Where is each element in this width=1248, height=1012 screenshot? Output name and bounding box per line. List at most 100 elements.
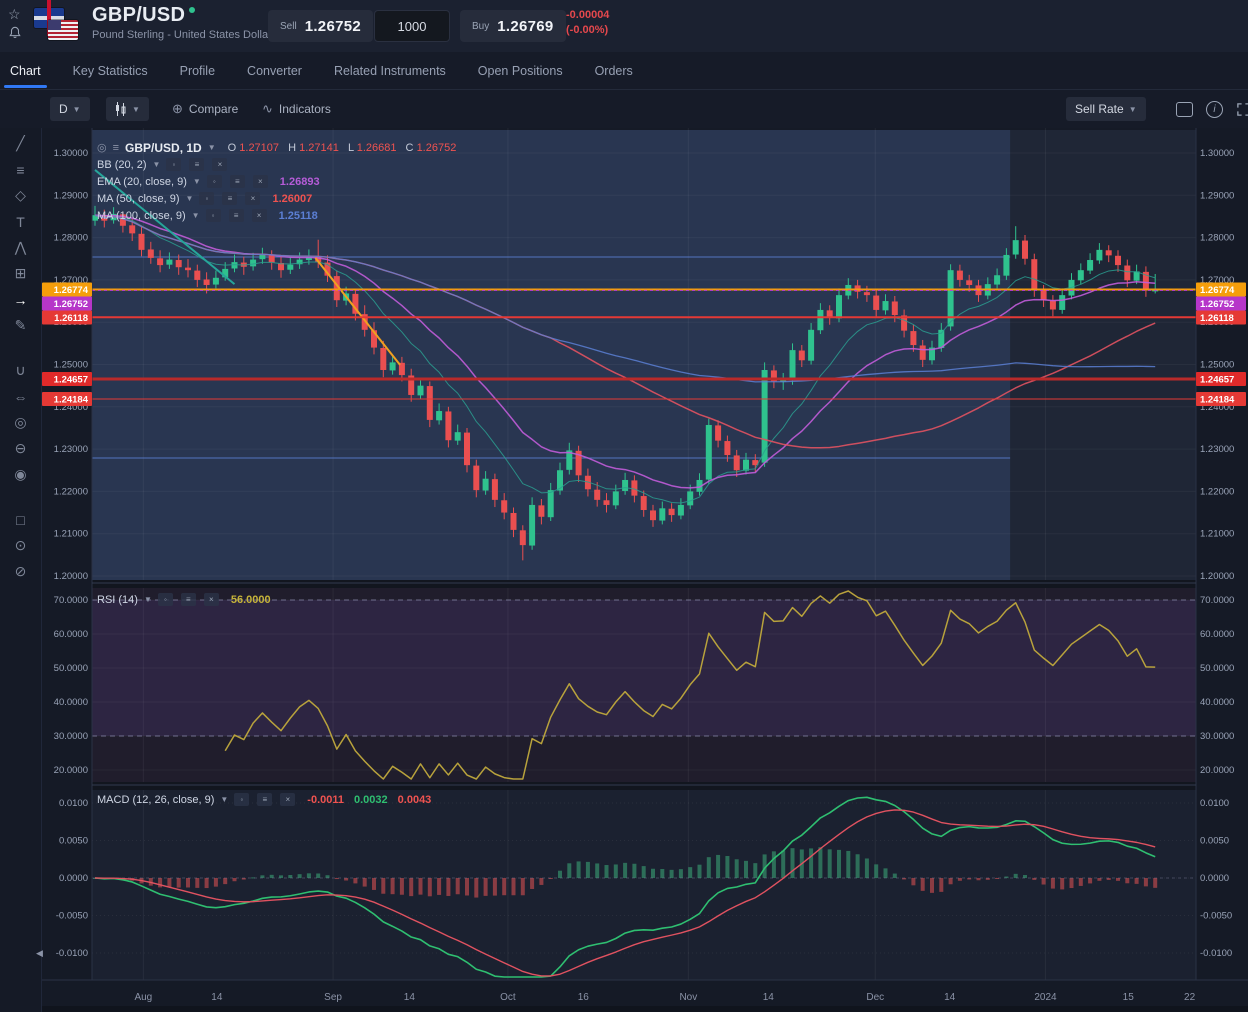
eye-icon[interactable]: ◦ bbox=[166, 158, 181, 171]
chart-info-button[interactable]: i bbox=[1206, 97, 1223, 121]
close-icon[interactable]: × bbox=[204, 593, 219, 606]
buy-button[interactable]: Buy 1.26769 bbox=[460, 10, 566, 42]
forecast-tool-icon[interactable]: ⊞ bbox=[8, 264, 34, 283]
time-axis-label: 15 bbox=[1123, 992, 1135, 1003]
indicators-button[interactable]: ∿ Indicators bbox=[262, 97, 331, 121]
svg-text:1.24184: 1.24184 bbox=[1200, 395, 1235, 406]
chart-type-dropdown[interactable]: ▼ bbox=[106, 97, 149, 121]
macd-legend: MACD (12, 26, close, 9) ▼ ◦≡× -0.0011 0.… bbox=[97, 791, 431, 808]
indicator-label[interactable]: EMA (20, close, 9) bbox=[97, 176, 187, 188]
time-axis-label: 14 bbox=[211, 992, 223, 1003]
time-axis-label: Oct bbox=[500, 992, 516, 1003]
close-icon[interactable]: × bbox=[280, 793, 295, 806]
legend-menu-icon[interactable]: ≡ bbox=[113, 142, 119, 154]
ruler-icon[interactable]: □ bbox=[8, 510, 34, 529]
chevron-down-icon: ▼ bbox=[193, 177, 201, 186]
gear-icon[interactable]: ≡ bbox=[222, 192, 237, 205]
trading-app: ☆ GBP/USD Pound Sterling - United States… bbox=[0, 0, 1248, 1012]
snapshot-button[interactable] bbox=[1176, 97, 1193, 121]
gear-icon[interactable]: ≡ bbox=[189, 158, 204, 171]
trend-line-icon[interactable]: ╱ bbox=[8, 134, 34, 153]
gear-icon[interactable]: ≡ bbox=[229, 209, 244, 222]
interval-value: D bbox=[59, 102, 68, 116]
legend-symbol[interactable]: GBP/USD, 1D bbox=[125, 141, 202, 155]
price-tick-label: 1.23000 bbox=[54, 444, 88, 455]
indicators-label: Indicators bbox=[279, 102, 331, 116]
buy-label: Buy bbox=[472, 21, 489, 32]
remove-drawings-icon[interactable]: ⊘ bbox=[8, 562, 34, 581]
eye-icon[interactable]: ◦ bbox=[206, 209, 221, 222]
macd-line-value: 0.0032 bbox=[354, 794, 388, 806]
visibility-icon[interactable]: ◎ bbox=[97, 141, 107, 154]
price-tick-label: 1.30000 bbox=[1200, 148, 1234, 159]
fib-retracement-icon[interactable]: ≡ bbox=[8, 160, 34, 179]
favorite-star-icon[interactable]: ☆ bbox=[8, 6, 22, 22]
compare-label: Compare bbox=[189, 102, 238, 116]
eye-icon[interactable]: ◦ bbox=[199, 192, 214, 205]
info-icon: i bbox=[1206, 101, 1223, 118]
sell-rate-label: Sell Rate bbox=[1075, 102, 1124, 116]
drawing-tools-rail: ╱ ≡ ◇ T ⋀ ⊞ → ✎ ∪ ⇔ ◎ ⊖ ◉ □ ⊙ ⊘ bbox=[0, 128, 42, 1012]
brush-tool-icon[interactable]: ✎ bbox=[8, 316, 34, 335]
market-open-dot bbox=[189, 7, 195, 13]
measure-icon[interactable]: ⇔ bbox=[8, 387, 34, 406]
magnet-icon[interactable]: ∪ bbox=[8, 361, 34, 380]
gear-icon[interactable]: ≡ bbox=[230, 175, 245, 188]
gear-icon[interactable]: ≡ bbox=[257, 793, 272, 806]
tab-converter[interactable]: Converter bbox=[245, 54, 304, 88]
hide-drawings-icon[interactable]: ◉ bbox=[8, 465, 34, 484]
eye-icon[interactable]: ◦ bbox=[207, 175, 222, 188]
gear-icon[interactable]: ≡ bbox=[181, 593, 196, 606]
compare-button[interactable]: ⊕ Compare bbox=[172, 97, 238, 121]
price-tick-label: 70.0000 bbox=[1200, 595, 1234, 606]
chart-canvas[interactable]: 1.300001.300001.290001.290001.280001.280… bbox=[42, 128, 1248, 1012]
tab-related-instruments[interactable]: Related Instruments bbox=[332, 54, 448, 88]
svg-text:1.24657: 1.24657 bbox=[1200, 375, 1234, 386]
close-icon[interactable]: × bbox=[252, 209, 267, 222]
price-tick-label: 1.25000 bbox=[1200, 360, 1234, 371]
pin-icon[interactable]: ⊙ bbox=[8, 536, 34, 555]
indicator-label[interactable]: MA (50, close, 9) bbox=[97, 193, 180, 205]
time-axis-label: 14 bbox=[763, 992, 775, 1003]
change-absolute: -0.00004 bbox=[566, 8, 609, 23]
fullscreen-button[interactable] bbox=[1236, 97, 1248, 121]
quantity-input[interactable]: 1000 bbox=[374, 10, 450, 42]
indicator-label[interactable]: MA (100, close, 9) bbox=[97, 210, 186, 222]
price-tick-label: 0.0100 bbox=[59, 798, 88, 809]
price-tick-label: -0.0100 bbox=[56, 948, 88, 959]
eye-icon[interactable]: ◦ bbox=[234, 793, 249, 806]
tab-orders[interactable]: Orders bbox=[593, 54, 635, 88]
sell-rate-dropdown[interactable]: Sell Rate▼ bbox=[1066, 97, 1146, 121]
alerts-bell-icon[interactable] bbox=[8, 26, 22, 43]
eye-icon[interactable]: ◦ bbox=[158, 593, 173, 606]
indicator-value: 1.26007 bbox=[272, 193, 312, 205]
lock-icon[interactable]: ⊖ bbox=[8, 439, 34, 458]
close-icon[interactable]: × bbox=[245, 192, 260, 205]
interval-dropdown[interactable]: D▼ bbox=[50, 97, 90, 121]
tab-open-positions[interactable]: Open Positions bbox=[476, 54, 565, 88]
tab-key-statistics[interactable]: Key Statistics bbox=[71, 54, 150, 88]
time-axis-label: 22 bbox=[1184, 992, 1196, 1003]
indicator-label[interactable]: BB (20, 2) bbox=[97, 159, 147, 171]
price-tick-label: 40.0000 bbox=[1200, 697, 1234, 708]
price-tick-label: 1.23000 bbox=[1200, 444, 1234, 455]
indicator-value: 1.26893 bbox=[280, 176, 320, 188]
rsi-label[interactable]: RSI (14) bbox=[97, 594, 138, 606]
sell-button[interactable]: Sell 1.26752 bbox=[268, 10, 373, 42]
price-tick-label: 20.0000 bbox=[1200, 765, 1234, 776]
arrow-tool-icon[interactable]: → bbox=[8, 290, 34, 309]
close-icon[interactable]: × bbox=[253, 175, 268, 188]
zoom-icon[interactable]: ◎ bbox=[8, 413, 34, 432]
text-tool-icon[interactable]: T bbox=[8, 212, 34, 231]
pattern-tool-icon[interactable]: ⋀ bbox=[8, 238, 34, 257]
tab-profile[interactable]: Profile bbox=[178, 54, 217, 88]
price-tick-label: 1.28000 bbox=[54, 233, 88, 244]
close-icon[interactable]: × bbox=[212, 158, 227, 171]
collapse-panel-arrow[interactable]: ◀ bbox=[36, 948, 43, 959]
price-tick-label: 1.22000 bbox=[1200, 486, 1234, 497]
tab-chart[interactable]: Chart bbox=[8, 54, 43, 88]
gann-tools-icon[interactable]: ◇ bbox=[8, 186, 34, 205]
time-axis-label: Dec bbox=[866, 992, 884, 1003]
macd-label[interactable]: MACD (12, 26, close, 9) bbox=[97, 794, 214, 806]
price-tick-label: -0.0100 bbox=[1200, 948, 1232, 959]
